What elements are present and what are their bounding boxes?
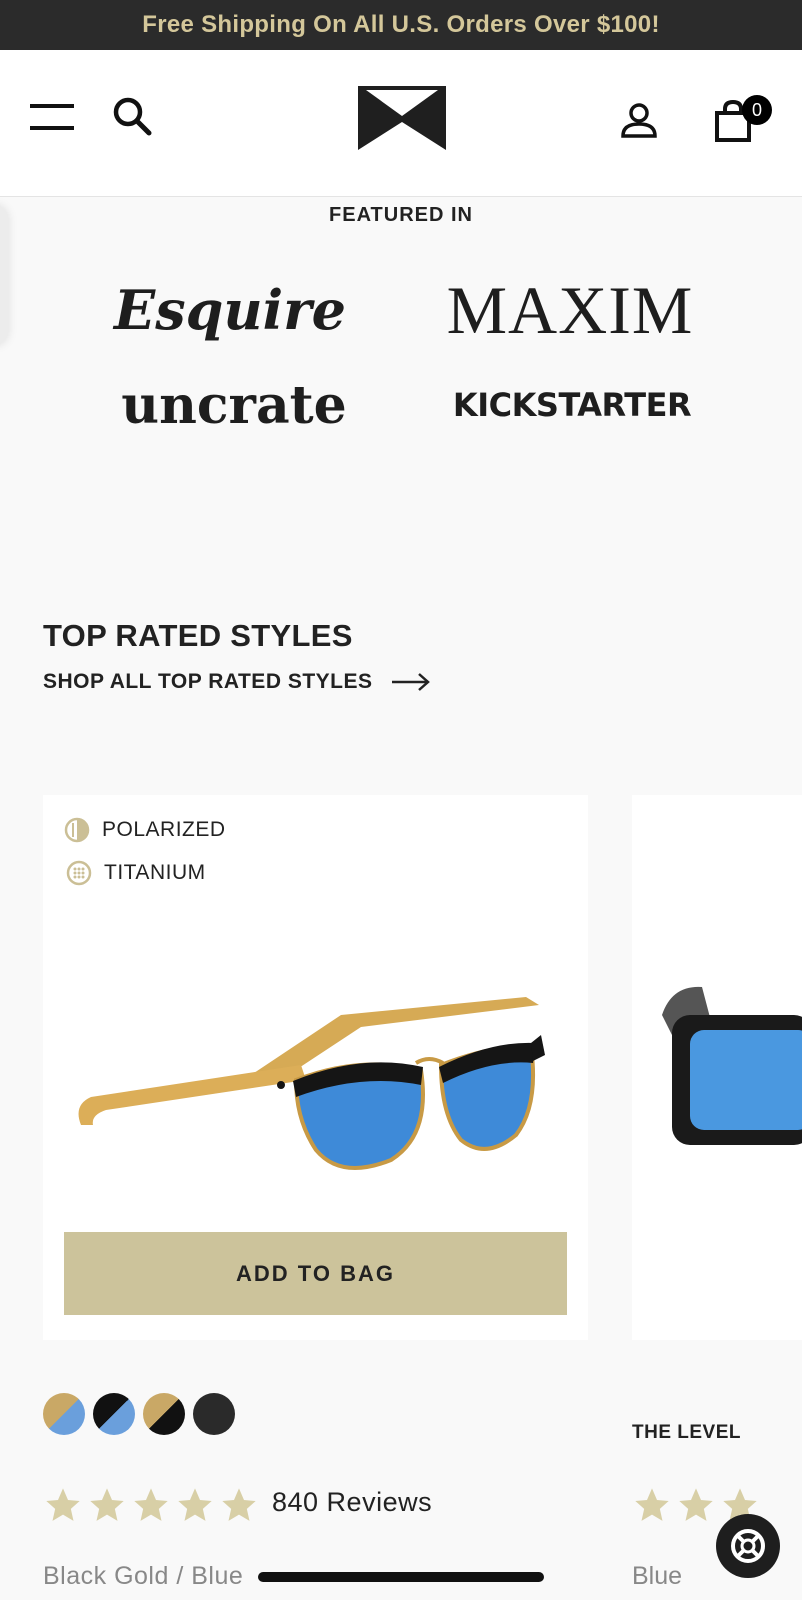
feature-titanium: TITANIUM	[66, 860, 206, 886]
account-icon[interactable]	[620, 102, 658, 140]
feature-polarized: POLARIZED	[64, 817, 226, 843]
product-card[interactable]: POLARIZED TITANIUM ADD TO BAG	[43, 795, 588, 1340]
color-swatches	[43, 1393, 235, 1435]
kickstarter-logo: KICKSTARTER	[452, 386, 692, 424]
menu-icon[interactable]	[30, 102, 76, 132]
titanium-icon	[66, 860, 92, 886]
feature-label: TITANIUM	[104, 861, 206, 884]
section-title: TOP RATED STYLES	[43, 618, 353, 653]
promo-text: Free Shipping On All U.S. Orders Over $1…	[142, 11, 660, 38]
arrow-right-icon	[391, 673, 430, 691]
cart-count: 0	[751, 99, 762, 120]
star-icon	[46, 1488, 80, 1521]
star-icon	[178, 1488, 212, 1521]
star-icon	[679, 1488, 713, 1521]
star-icon	[134, 1488, 168, 1521]
lifebuoy-icon	[731, 1529, 765, 1563]
cart-count-badge: 0	[742, 95, 772, 125]
star-icon	[90, 1488, 124, 1521]
star-icon	[222, 1488, 256, 1521]
search-icon[interactable]	[112, 96, 154, 138]
swatch-black-blue[interactable]	[93, 1393, 135, 1435]
rating-stars	[43, 1485, 259, 1525]
product-2-variant: Blue	[632, 1562, 683, 1590]
swatch-black[interactable]	[193, 1393, 235, 1435]
product-card-2[interactable]	[632, 795, 802, 1340]
shop-all-link[interactable]: SHOP ALL TOP RATED STYLES	[43, 670, 431, 694]
home-indicator[interactable]	[258, 1572, 544, 1582]
maxim-logo: MAXIM	[446, 271, 694, 348]
featured-in-title: FEATURED IN	[329, 204, 473, 226]
help-button[interactable]	[716, 1514, 780, 1578]
sunglasses-image[interactable]	[61, 985, 581, 1205]
product-variant: Black Gold / Blue	[43, 1562, 244, 1590]
product-2-name[interactable]: THE LEVEL	[632, 1422, 741, 1444]
esquire-logo: Esquire	[114, 278, 346, 342]
brand-logo[interactable]	[358, 86, 446, 150]
site-header	[0, 50, 802, 197]
sunglasses-image-2[interactable]	[632, 975, 802, 1195]
promo-banner: Free Shipping On All U.S. Orders Over $1…	[0, 0, 802, 50]
polarized-icon	[64, 817, 90, 843]
swatch-gold-blue[interactable]	[43, 1393, 85, 1435]
reviews-count[interactable]: 840 Reviews	[272, 1487, 432, 1518]
uncrate-logo: uncrate	[121, 374, 347, 436]
star-icon	[635, 1488, 669, 1521]
feature-label: POLARIZED	[102, 818, 226, 841]
shop-all-label: SHOP ALL TOP RATED STYLES	[43, 670, 373, 693]
swatch-gold-black[interactable]	[143, 1393, 185, 1435]
add-to-bag-button[interactable]: ADD TO BAG	[64, 1232, 567, 1315]
